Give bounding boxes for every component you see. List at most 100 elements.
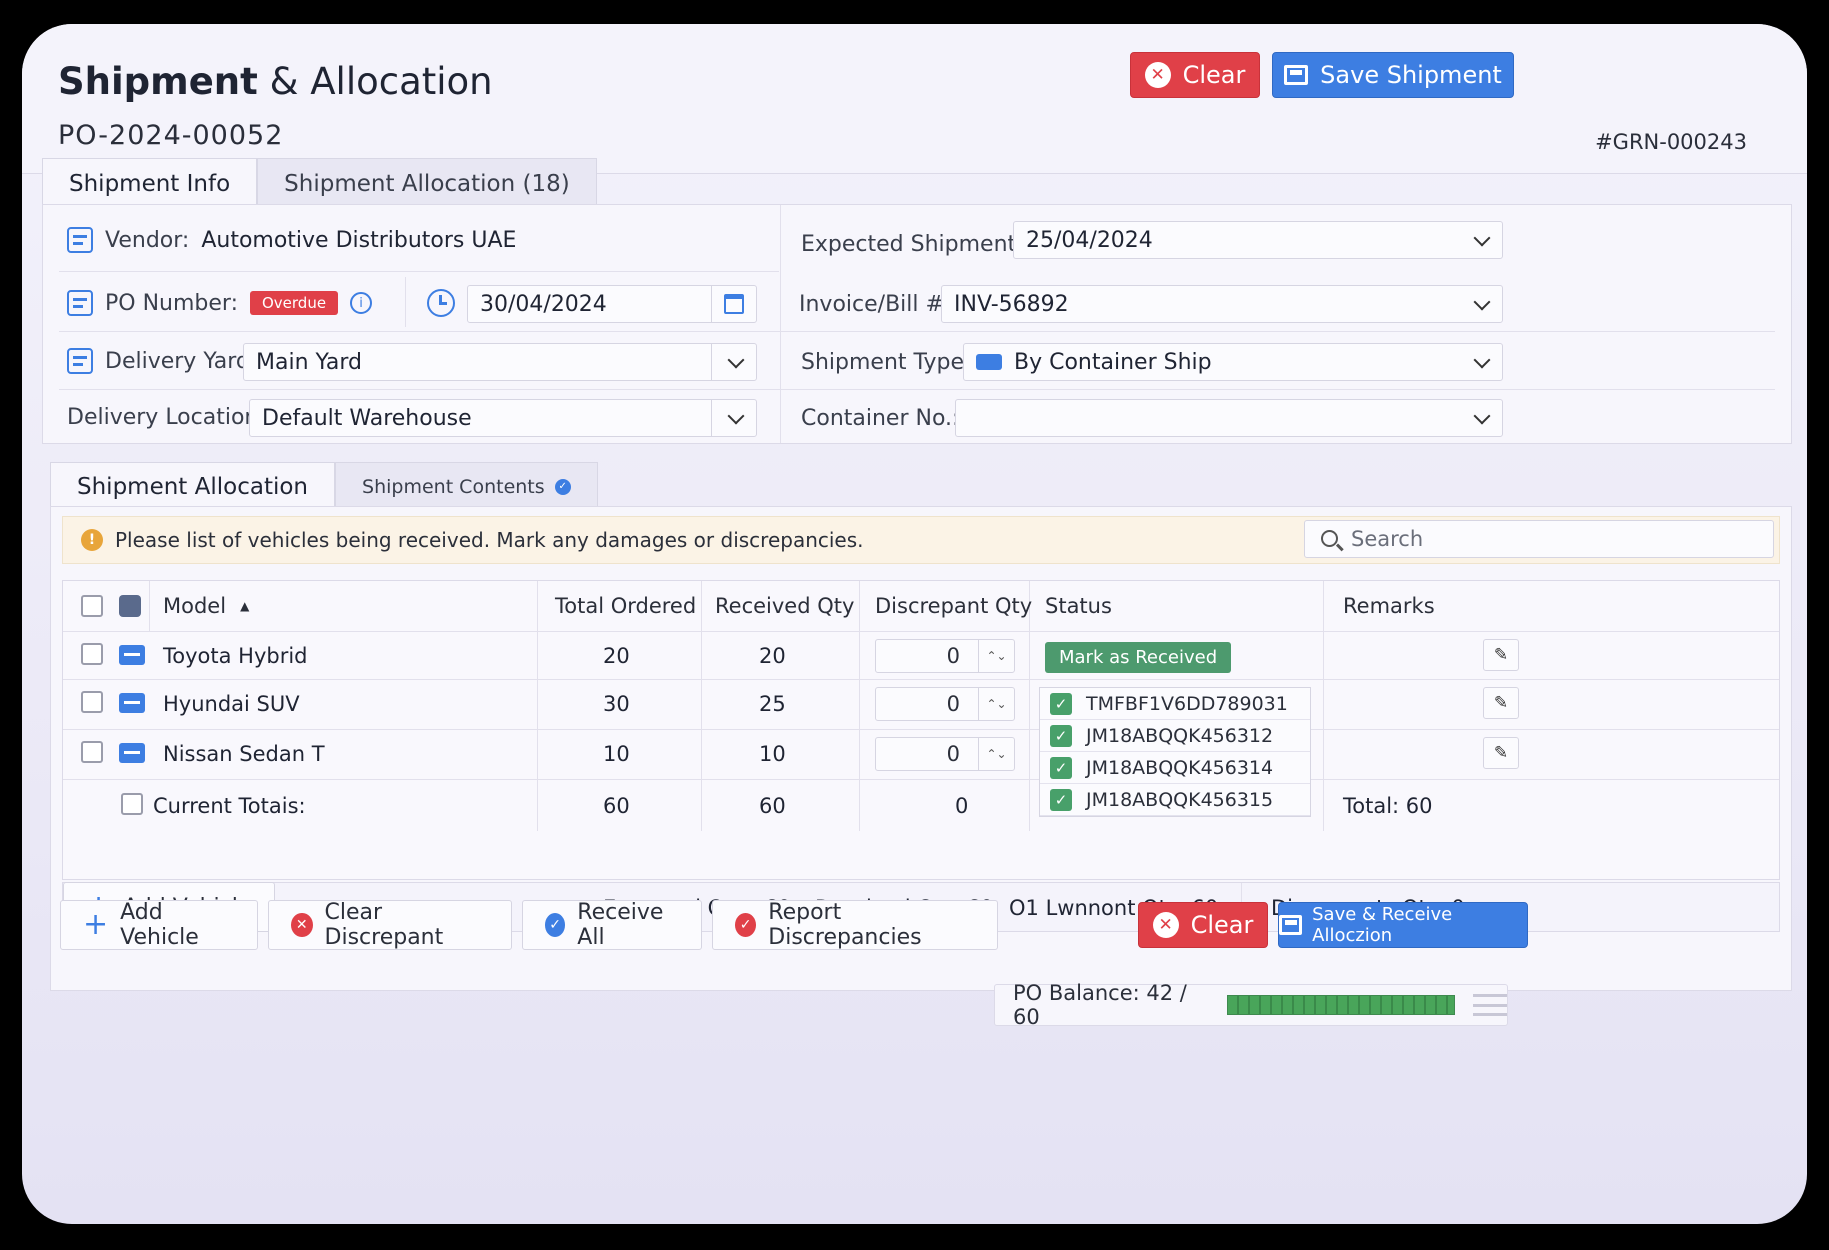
shipment-type-label: Shipment Type: — [801, 349, 972, 375]
clear-button-label: Clear — [1182, 61, 1246, 89]
tab-shipment-contents[interactable]: Shipment Contents ✓ — [335, 462, 598, 510]
chevron-down-icon — [1473, 351, 1491, 369]
vin-list: ✓ TMFBF1V6DD789031 ✓ JM18ABQQK456312 ✓ JM18… — [1039, 687, 1311, 817]
discrepant-stepper[interactable]: 0 ⌃⌄ — [875, 687, 1015, 721]
chevron-down-icon — [727, 351, 745, 369]
delivery-location-select[interactable]: Default Warehouse — [249, 399, 757, 437]
header-model[interactable]: Model ▲ — [163, 581, 249, 631]
clear-button[interactable]: ✕ Clear — [1130, 52, 1260, 98]
receive-all-label: Receive All — [577, 900, 664, 950]
row-ordered: 20 — [603, 644, 630, 668]
tab-shipment-info[interactable]: Shipment Info — [42, 158, 258, 208]
shipment-type-select[interactable]: By Container Ship — [963, 343, 1503, 381]
header-discrepant-qty[interactable]: Discrepant Qty — [875, 581, 1032, 631]
container-select[interactable] — [955, 399, 1503, 437]
row-divider — [63, 779, 1779, 780]
header-remarks[interactable]: Remarks — [1343, 581, 1435, 631]
invoice-select[interactable]: INV-56892 — [941, 285, 1503, 323]
calendar-icon[interactable] — [724, 294, 744, 314]
expected-shipment-value: 25/04/2024 — [1026, 227, 1153, 253]
row-received: 20 — [759, 644, 786, 668]
clear-bottom-label: Clear — [1190, 911, 1254, 939]
row-divider — [59, 271, 779, 272]
add-vehicle-button[interactable]: + Add Vehicle — [60, 900, 258, 950]
row-checkbox[interactable] — [81, 741, 103, 763]
po-balance-progress — [1227, 995, 1455, 1015]
building-icon — [67, 227, 93, 253]
vendor-label: Vendor: — [105, 227, 190, 253]
vin-text: JM18ABQQK456315 — [1086, 788, 1274, 811]
row-model: Toyota Hybrid — [163, 644, 308, 668]
stepper-arrows-icon[interactable]: ⌃⌄ — [978, 640, 1014, 672]
chevron-down-icon — [1473, 407, 1491, 425]
column-divider — [1323, 581, 1324, 831]
edit-icon[interactable]: ✎ — [1483, 639, 1519, 671]
mark-received-button[interactable]: Mark as Received — [1045, 642, 1232, 673]
page-title: Shipment & Allocation — [58, 60, 493, 103]
warning-icon: ! — [81, 529, 103, 551]
search-input[interactable]: Search — [1304, 520, 1774, 558]
expected-shipment-label: Expected Shipment: — [801, 231, 1024, 257]
plus-icon: + — [83, 907, 109, 942]
checkbox-checked-icon: ✓ — [1050, 692, 1072, 715]
check-circle-icon: ✓ — [545, 913, 566, 937]
edit-icon[interactable]: ✎ — [1483, 737, 1519, 769]
discrepant-stepper[interactable]: 0 ⌃⌄ — [875, 737, 1015, 771]
vendor-value: Automotive Distributors UAE — [201, 227, 517, 253]
car-icon — [119, 693, 145, 713]
clear-bottom-button[interactable]: ✕ Clear — [1138, 902, 1268, 948]
invoice-label: Invoice/Bill #: — [799, 291, 952, 317]
save-icon — [1279, 915, 1303, 935]
totals-label: Current Totais: — [153, 794, 306, 818]
vin-item[interactable]: ✓ JM18ABQQK456312 — [1040, 720, 1310, 752]
container-label: Container No.: — [801, 405, 960, 431]
tab-shipment-allocation-sub[interactable]: Shipment Allocation — [50, 462, 336, 510]
tab-shipment-allocation[interactable]: Shipment Allocation (18) — [257, 158, 597, 208]
delivery-yard-value: Main Yard — [256, 349, 363, 375]
row-divider — [63, 729, 1779, 730]
discrepant-value: 0 — [946, 644, 960, 668]
totals-checkbox[interactable] — [121, 793, 143, 815]
vin-item[interactable]: ✓ TMFBF1V6DD789031 — [1040, 688, 1310, 720]
row-received: 25 — [759, 692, 786, 716]
report-discrepancies-button[interactable]: ✓ Report Discrepancies — [712, 900, 998, 950]
clear-discrepant-button[interactable]: ✕ Clear Discrepant — [268, 900, 512, 950]
delivery-yard-select[interactable]: Main Yard — [243, 343, 757, 381]
vin-item[interactable]: ✓ JM18ABQQK456315 — [1040, 784, 1310, 816]
title-rest: & Allocation — [269, 60, 493, 103]
clock-icon — [427, 289, 455, 317]
row-divider — [63, 631, 1779, 632]
field-divider — [711, 344, 712, 380]
check-circle-icon: ✓ — [554, 478, 571, 495]
edit-icon[interactable]: ✎ — [1483, 687, 1519, 719]
po-date-input[interactable]: 30/04/2024 — [467, 285, 757, 323]
header-received-qty[interactable]: Received Qty — [715, 581, 854, 631]
expected-shipment-select[interactable]: 25/04/2024 — [1013, 221, 1503, 259]
save-receive-button[interactable]: Save & Receive Alloczion — [1278, 902, 1528, 948]
row-checkbox[interactable] — [81, 643, 103, 665]
vin-text: TMFBF1V6DD789031 — [1086, 692, 1288, 715]
vin-item[interactable]: ✓ JM18ABQQK456314 — [1040, 752, 1310, 784]
delivery-yard-label: Delivery Yard: — [105, 348, 258, 374]
row-checkbox[interactable] — [81, 691, 103, 713]
delivery-location-value: Default Warehouse — [262, 405, 472, 431]
column-divider — [405, 277, 406, 327]
header-total-ordered[interactable]: Total Ordered — [555, 581, 696, 631]
close-circle-icon: ✕ — [291, 913, 313, 937]
save-shipment-button[interactable]: Save Shipment — [1272, 52, 1514, 98]
close-circle-icon: ✕ — [1144, 62, 1171, 88]
menu-lines-icon[interactable] — [1472, 994, 1507, 1016]
totals-discrepant: 0 — [955, 794, 969, 818]
row-ordered: 30 — [603, 692, 630, 716]
receive-all-button[interactable]: ✓ Receive All — [522, 900, 702, 950]
stepper-arrows-icon[interactable]: ⌃⌄ — [978, 738, 1014, 770]
title-bold: Shipment — [58, 60, 258, 103]
info-icon[interactable]: i — [350, 292, 373, 314]
header-status[interactable]: Status — [1045, 581, 1112, 631]
field-divider — [711, 400, 712, 436]
top-tabs: Shipment Info Shipment Allocation (18) — [42, 158, 597, 208]
select-all-checkbox[interactable] — [81, 581, 103, 631]
stepper-arrows-icon[interactable]: ⌃⌄ — [978, 688, 1014, 720]
discrepant-stepper[interactable]: 0 ⌃⌄ — [875, 639, 1015, 673]
row-received: 10 — [759, 742, 786, 766]
